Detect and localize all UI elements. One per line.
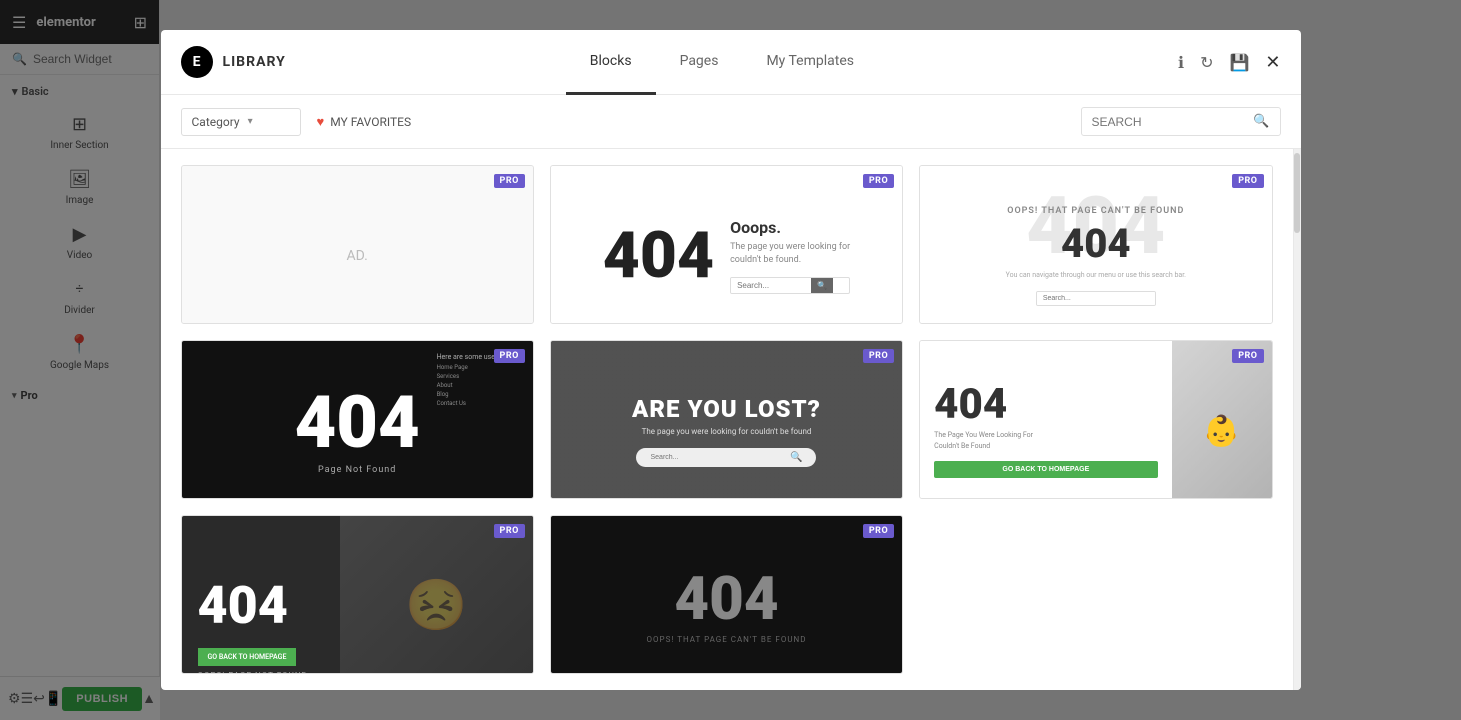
card-404-right-image: 👶 [1172,341,1272,499]
ad-text: AD. [347,248,368,264]
template-card-are-you-lost[interactable]: PRO ARE YOU LOST? The page you were look… [550,340,903,499]
card-are-you-lost-title: ARE YOU LOST? [632,395,821,423]
card-404-search [1036,291,1156,306]
modal-scrollbar[interactable] [1293,149,1301,690]
card-404-subtitle: Page Not Found [318,465,396,475]
template-search-input[interactable] [1092,115,1246,129]
category-chevron-icon: ▾ [248,116,253,127]
card-404-label: OOPS! THAT PAGE CAN'T BE FOUND [1007,206,1184,216]
card-404-face-content: 😣 404 OOPS! PAGE NOT FOUND GO BACK TO HO… [182,516,533,674]
card-404-number: 404 [674,569,778,629]
modal-tabs: Blocks Pages My Templates [266,30,1178,95]
pro-badge: PRO [863,524,894,538]
card-search-button: 🔍 [811,278,833,293]
template-card-404-dark-bottom[interactable]: PRO 404 OOPS! THAT PAGE CAN'T BE FOUND [550,515,903,674]
card-search-input [731,278,811,293]
card-404-black-content: 404 Page Not Found Here are some useful … [182,341,533,499]
template-search-box: 🔍 [1081,107,1281,136]
heart-icon: ♥ [317,114,325,130]
library-modal: E LIBRARY Blocks Pages My Templates ℹ ↻ … [161,30,1301,690]
tab-pages[interactable]: Pages [656,30,743,95]
pro-badge: PRO [863,349,894,363]
template-card-404-baby[interactable]: PRO 404 The Page You Were Looking ForCou… [919,340,1272,499]
modal-header: E LIBRARY Blocks Pages My Templates ℹ ↻ … [161,30,1301,95]
template-card-404-ooops[interactable]: PRO 404 Ooops. The page you were looking… [550,165,903,324]
card-are-you-lost-search: 🔍 [636,448,816,467]
search-icon: 🔍 [790,452,802,463]
favorites-label: MY FAVORITES [330,115,411,129]
pro-badge: PRO [863,174,894,188]
pro-badge: PRO [1232,174,1263,188]
template-card-404-oops-cant[interactable]: PRO 404 OOPS! THAT PAGE CAN'T BE FOUND 4… [919,165,1272,324]
card-404-baby-content: 404 The Page You Were Looking ForCouldn'… [920,341,1271,499]
card-search-box: 🔍 [730,277,850,294]
card-ad-content: AD. [182,166,533,324]
template-card-ad[interactable]: PRO AD. [181,165,534,324]
card-404-text: Ooops. The page you were looking forcoul… [730,218,850,293]
pro-badge: PRO [494,524,525,538]
category-dropdown[interactable]: Category ▾ [181,108,301,136]
search-icon: 🔍 [1253,114,1269,129]
scrollbar-thumb[interactable] [1294,153,1300,233]
baby-image: 👶 [1172,341,1272,499]
card-404-left-pane: 404 The Page You Were Looking ForCouldn'… [920,341,1171,499]
card-search-input [1037,292,1155,305]
save-icon[interactable]: 💾 [1229,53,1249,72]
card-404-nav: You can navigate through our menu or use… [1006,271,1186,279]
pro-badge: PRO [494,174,525,188]
template-card-404-black[interactable]: PRO 404 Page Not Found Here are some use… [181,340,534,499]
card-404-description: The page you were looking forcouldn't be… [730,241,850,266]
go-back-button: GO BACK TO HOMEPAGE [934,461,1157,478]
card-404-headline: Ooops. [730,218,850,237]
template-card-404-face[interactable]: PRO 😣 404 OOPS! PAGE NOT FOUND GO BACK T… [181,515,534,674]
info-icon[interactable]: ℹ [1178,53,1184,72]
card-404-label: OOPS! THAT PAGE CAN'T BE FOUND [647,635,807,644]
modal-toolbar: Category ▾ ♥ MY FAVORITES 🔍 [161,95,1301,149]
pro-badge: PRO [1232,349,1263,363]
card-404-ooops-content: 404 Ooops. The page you were looking for… [551,166,902,324]
card-404-subtitle: OOPS! PAGE NOT FOUND [198,671,308,674]
card-404-number: 404 [1061,220,1131,267]
card-404-cant-content: 404 OOPS! THAT PAGE CAN'T BE FOUND 404 Y… [920,166,1271,324]
card-404-number: 404 [295,387,420,459]
tab-blocks[interactable]: Blocks [566,30,656,95]
card-404-number: 404 [198,580,288,632]
card-404-number: 404 [603,224,714,288]
card-404-number: 404 [934,384,1157,426]
templates-grid: PRO AD. PRO 404 Ooops. T [161,149,1293,690]
card-404-dark-bottom-content: 404 OOPS! THAT PAGE CAN'T BE FOUND [551,516,902,674]
card-are-you-lost-sub: The page you were looking for couldn't b… [642,427,812,436]
go-back-button: GO BACK TO HOMEPAGE [198,648,297,666]
modal-body: PRO AD. PRO 404 Ooops. T [161,149,1301,690]
pro-badge: PRO [494,349,525,363]
modal-overlay: E LIBRARY Blocks Pages My Templates ℹ ↻ … [0,0,1461,720]
modal-logo: E [181,46,213,78]
close-modal-button[interactable]: ✕ [1265,52,1280,73]
card-search-input [650,454,790,461]
card-face-image: 😣 [340,516,533,674]
refresh-icon[interactable]: ↻ [1200,53,1213,72]
my-favorites-button[interactable]: ♥ MY FAVORITES [317,114,412,130]
modal-header-actions: ℹ ↻ 💾 ✕ [1178,52,1281,73]
tab-my-templates[interactable]: My Templates [742,30,878,95]
category-label: Category [192,115,240,129]
card-are-you-lost-content: ARE YOU LOST? The page you were looking … [551,341,902,499]
card-404-text: The Page You Were Looking ForCouldn't Be… [934,430,1157,451]
